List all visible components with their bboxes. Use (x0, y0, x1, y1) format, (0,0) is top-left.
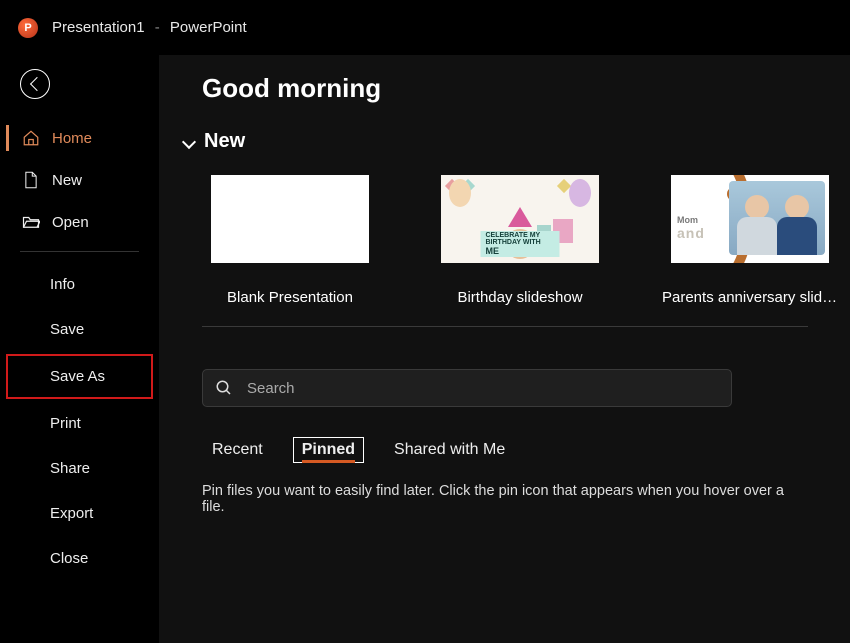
folder-open-icon (22, 213, 40, 231)
app-name: PowerPoint (170, 19, 247, 36)
template-thumbnail (211, 175, 369, 263)
tab-recent[interactable]: Recent (210, 438, 265, 462)
back-button[interactable] (20, 69, 50, 99)
tab-shared-with-me[interactable]: Shared with Me (392, 438, 507, 462)
powerpoint-app-icon: P (18, 18, 38, 38)
template-blank-presentation[interactable]: Blank Presentation (202, 175, 378, 306)
document-name: Presentation1 (52, 19, 145, 36)
sidebar-item-save-as[interactable]: Save As (6, 354, 153, 399)
sidebar-item-home[interactable]: Home (0, 119, 159, 157)
search-icon (215, 379, 233, 397)
sidebar-item-save[interactable]: Save (0, 307, 159, 352)
sidebar-item-new[interactable]: New (0, 161, 159, 199)
backstage-sidebar: Home New Open Info Save Save As Print Sh… (0, 55, 160, 643)
search-input[interactable] (247, 380, 719, 397)
search-box[interactable] (202, 369, 732, 407)
title-separator: - (155, 19, 160, 36)
template-label: Birthday slideshow (432, 289, 608, 306)
sidebar-item-close[interactable]: Close (0, 536, 159, 581)
new-section-header[interactable]: New (202, 130, 808, 153)
sidebar-item-open[interactable]: Open (0, 203, 159, 241)
template-thumbnail: CELEBRATE MY BIRTHDAY WITH ME (441, 175, 599, 263)
tab-pinned-label: Pinned (302, 441, 355, 463)
new-doc-icon (22, 171, 40, 189)
sidebar-item-print[interactable]: Print (0, 401, 159, 446)
template-label: Parents anniversary slidesh... (662, 289, 838, 306)
main-content: Good morning New Blank Presentation (160, 55, 850, 643)
file-tabs: Recent Pinned Shared with Me (210, 437, 808, 463)
template-thumbnail: Mom and (671, 175, 829, 263)
home-icon (22, 129, 40, 147)
chevron-down-icon (182, 134, 196, 148)
template-birthday-slideshow[interactable]: CELEBRATE MY BIRTHDAY WITH ME Birthday s… (432, 175, 608, 306)
sidebar-separator (20, 251, 139, 252)
pinned-help-text: Pin files you want to easily find later.… (202, 483, 808, 515)
sidebar-label-new: New (52, 172, 82, 189)
sidebar-label-home: Home (52, 130, 92, 147)
back-arrow-icon (29, 77, 43, 91)
template-parents-anniversary[interactable]: Mom and Parents anniversary slidesh... (662, 175, 838, 306)
tab-pinned[interactable]: Pinned (293, 437, 364, 463)
sidebar-item-share[interactable]: Share (0, 446, 159, 491)
new-section-title: New (204, 130, 245, 153)
sidebar-item-info[interactable]: Info (0, 262, 159, 307)
title-bar: P Presentation1 - PowerPoint (0, 0, 850, 55)
template-label: Blank Presentation (202, 289, 378, 306)
sidebar-item-export[interactable]: Export (0, 491, 159, 536)
sidebar-label-open: Open (52, 214, 89, 231)
window-title: Presentation1 - PowerPoint (52, 19, 247, 36)
templates-row: Blank Presentation CELEBRAT (202, 175, 808, 326)
section-divider (202, 326, 808, 327)
greeting-heading: Good morning (202, 73, 808, 104)
